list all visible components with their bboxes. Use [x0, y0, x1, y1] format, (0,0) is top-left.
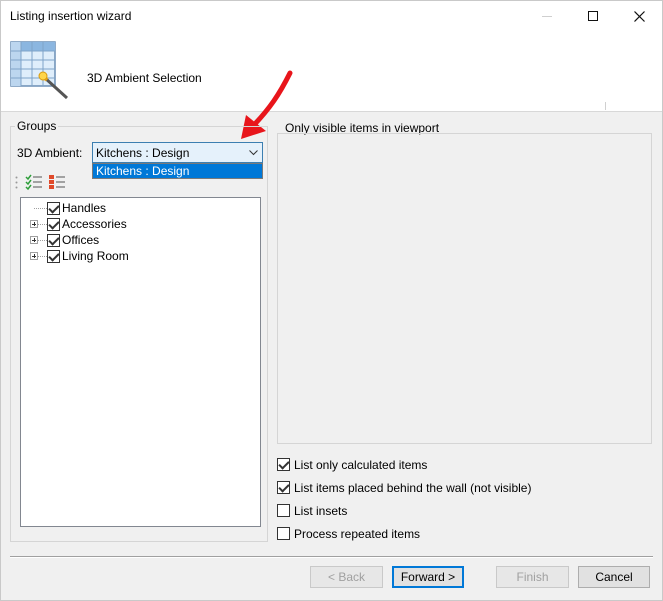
tree-item-label: Living Room [62, 249, 129, 263]
tree-connector [34, 208, 47, 209]
groups-label: Groups [15, 119, 59, 133]
check-list-icon [25, 174, 42, 191]
wizard-window: Listing insertion wizard 3D Ambient Sele… [0, 0, 663, 601]
title-bar: Listing insertion wizard [1, 1, 662, 32]
footer-separator [10, 556, 653, 558]
chevron-down-icon [249, 150, 258, 156]
uncheck-all-button[interactable] [48, 173, 66, 191]
toolbar-grip-icon [15, 176, 18, 189]
back-button[interactable]: < Back [310, 566, 383, 588]
ambient-value: Kitchens : Design [96, 146, 190, 160]
tree-item-label: Accessories [62, 217, 127, 231]
tree-item-checkbox[interactable] [47, 202, 60, 215]
option-label: Process repeated items [294, 527, 421, 541]
option-checkbox[interactable] [277, 504, 290, 517]
close-button[interactable] [616, 1, 662, 32]
tree-item-checkbox[interactable] [47, 250, 60, 263]
option-label: List only calculated items [294, 458, 428, 472]
ambient-combobox[interactable]: Kitchens : Design [92, 142, 263, 163]
ambient-dropdown-list: Kitchens : Design [92, 163, 263, 179]
header-title: 3D Ambient Selection [87, 71, 202, 85]
cancel-button[interactable]: Cancel [578, 566, 650, 588]
forward-button[interactable]: Forward > [392, 566, 464, 588]
expand-icon[interactable] [30, 220, 38, 228]
minimize-icon [541, 16, 552, 17]
expand-icon[interactable] [30, 252, 38, 260]
check-all-button[interactable] [25, 173, 43, 191]
wizard-header: 3D Ambient Selection [1, 32, 662, 112]
tree-item-label: Offices [62, 233, 100, 247]
tree-item-checkbox[interactable] [47, 218, 60, 231]
uncheck-list-icon [49, 175, 65, 189]
ambient-label: 3D Ambient: [17, 146, 83, 160]
tree-item-label: Handles [62, 201, 107, 215]
expand-icon[interactable] [30, 236, 38, 244]
maximize-icon [587, 11, 598, 21]
finish-button[interactable]: Finish [496, 566, 569, 588]
groups-tree[interactable]: Handles Accessories Offices Living Room [20, 197, 261, 527]
maximize-button[interactable] [570, 1, 616, 32]
spreadsheet-wand-icon [10, 41, 69, 100]
option-label: List items placed behind the wall (not v… [294, 481, 532, 495]
option-checkbox[interactable] [277, 458, 290, 471]
viewport-items-panel [277, 133, 652, 444]
close-icon [633, 11, 645, 22]
dropdown-option[interactable]: Kitchens : Design [93, 164, 262, 178]
header-divider [605, 102, 606, 110]
window-title: Listing insertion wizard [10, 9, 132, 23]
option-checkbox[interactable] [277, 527, 290, 540]
option-checkbox[interactable] [277, 481, 290, 494]
minimize-button[interactable] [524, 1, 570, 32]
tree-item-checkbox[interactable] [47, 234, 60, 247]
option-label: List insets [294, 504, 348, 518]
